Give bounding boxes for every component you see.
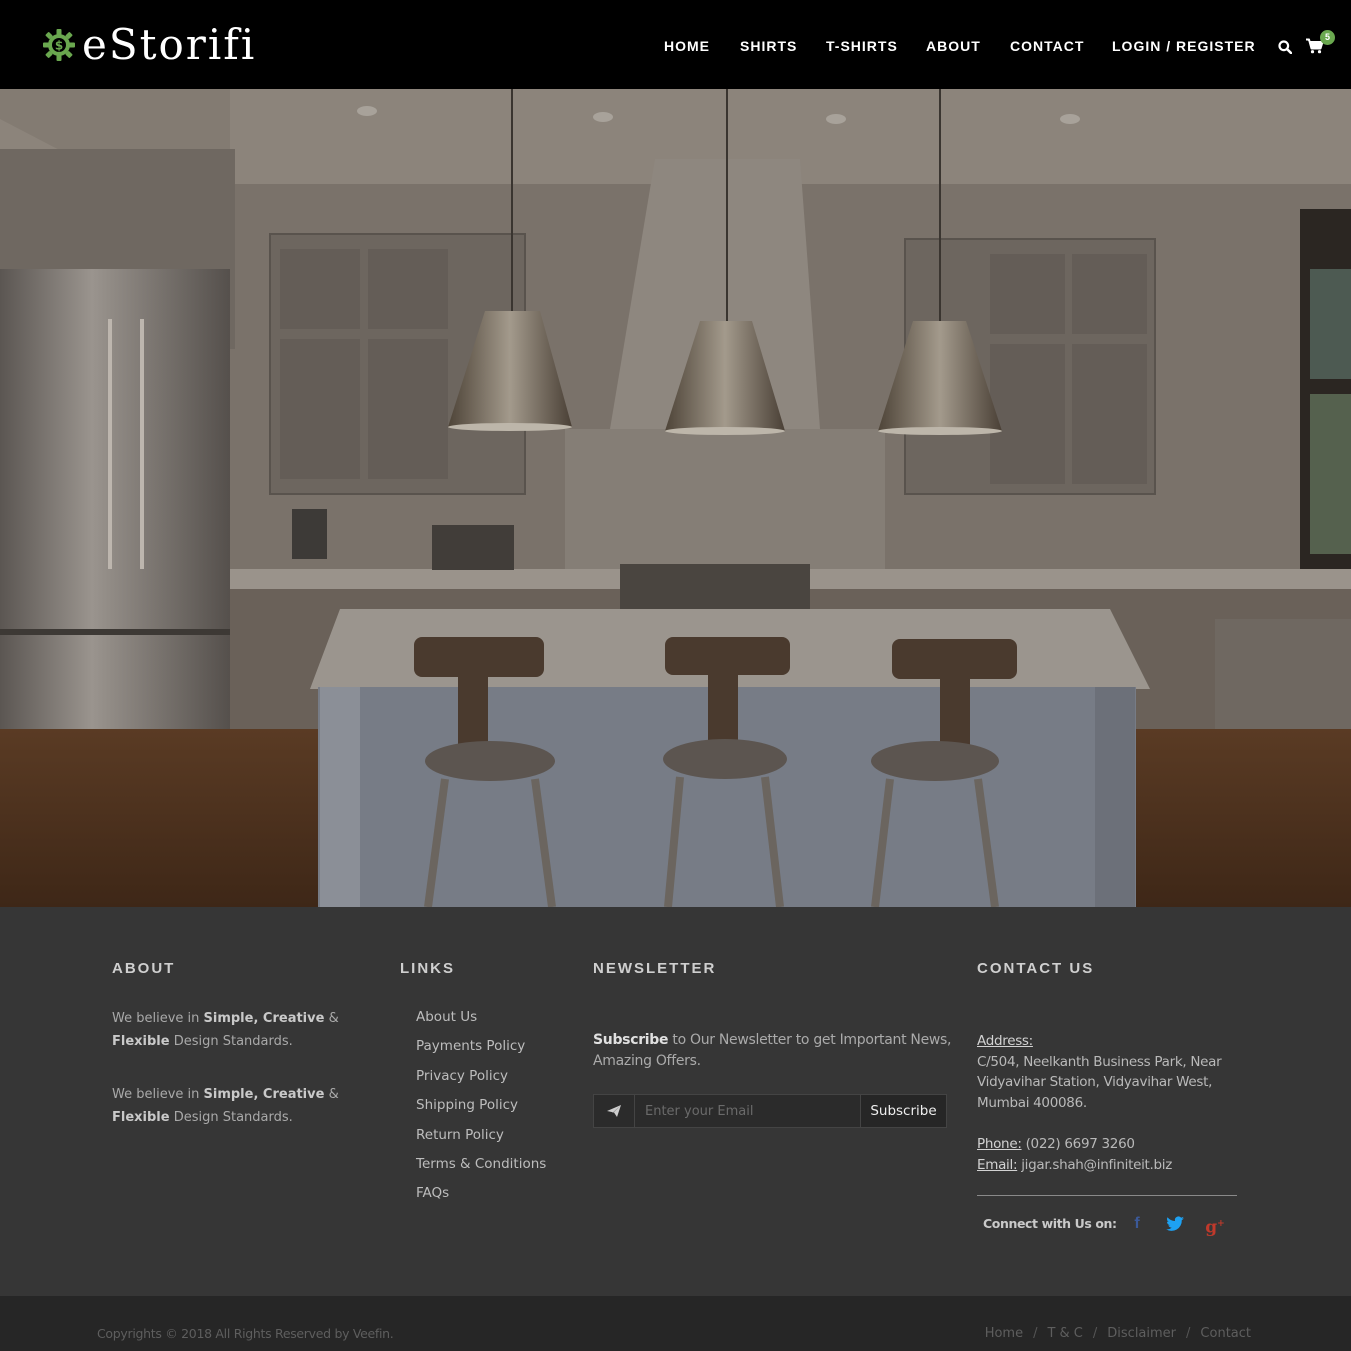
site-footer: ABOUT We believe in Simple, Creative & F… bbox=[0, 907, 1351, 1296]
phone-label: Phone: bbox=[977, 1136, 1022, 1152]
nav-shirts[interactable]: SHIRTS bbox=[740, 36, 797, 56]
google-plus-icon[interactable]: g+ bbox=[1204, 1213, 1226, 1238]
newsletter-email-input[interactable] bbox=[635, 1094, 861, 1128]
nav-login-register[interactable]: LOGIN / REGISTER bbox=[1112, 36, 1256, 56]
hero-kitchen-image bbox=[0, 89, 1351, 907]
newsletter-form: Subscribe bbox=[593, 1094, 947, 1128]
footer-link-faqs[interactable]: FAQs bbox=[416, 1183, 546, 1212]
logo-gear-icon: $ bbox=[42, 28, 76, 62]
svg-text:$: $ bbox=[55, 39, 63, 53]
footer-link-about-us[interactable]: About Us bbox=[416, 1007, 546, 1036]
bottom-link-contact[interactable]: Contact bbox=[1200, 1326, 1251, 1341]
email-label: Email: bbox=[977, 1156, 1018, 1173]
facebook-icon[interactable]: f bbox=[1126, 1213, 1148, 1235]
footer-link-privacy-policy[interactable]: Privacy Policy bbox=[416, 1066, 546, 1095]
footer-about-text-1: We believe in Simple, Creative & Flexibl… bbox=[112, 1011, 339, 1049]
nav-home[interactable]: HOME bbox=[664, 36, 710, 56]
newsletter-description: Subscribe to Our Newsletter to get Impor… bbox=[593, 1032, 952, 1069]
footer-links-list: About Us Payments Policy Privacy Policy Shi… bbox=[416, 1007, 546, 1213]
bottom-link-separator: / bbox=[1092, 1326, 1098, 1341]
footer-link-terms-conditions[interactable]: Terms & Conditions bbox=[416, 1154, 546, 1183]
nav-contact[interactable]: CONTACT bbox=[1010, 36, 1084, 56]
logo-text: eStorifi bbox=[82, 20, 257, 69]
bottom-link-separator: / bbox=[1033, 1326, 1038, 1341]
footer-about-text-2: We believe in Simple, Creative & Flexibl… bbox=[112, 1087, 339, 1125]
bottom-links: Home / T & C / Disclaimer / Contact bbox=[985, 1326, 1251, 1341]
address-text: C/504, Neelkanth Business Park, Near Vid… bbox=[977, 1053, 1222, 1111]
site-header: $ eStorifi HOME SHIRTS T-SHIRTS ABOUT CONTAC… bbox=[0, 0, 1351, 89]
nav-t-shirts[interactable]: T-SHIRTS bbox=[826, 36, 898, 56]
footer-about-title: ABOUT bbox=[112, 960, 176, 977]
contact-details: Address: C/504, Neelkanth Business Park,… bbox=[977, 1031, 1247, 1175]
bottom-link-separator: / bbox=[1186, 1326, 1191, 1341]
bottom-link-home[interactable]: Home bbox=[985, 1326, 1023, 1341]
footer-link-return-policy[interactable]: Return Policy bbox=[416, 1125, 546, 1154]
contact-divider bbox=[977, 1195, 1237, 1196]
search-icon[interactable] bbox=[1278, 40, 1293, 55]
twitter-icon[interactable] bbox=[1164, 1213, 1186, 1235]
address-label: Address: bbox=[977, 1033, 1033, 1049]
email-value[interactable]: jigar.shah@infiniteit.biz bbox=[1017, 1157, 1172, 1173]
footer-newsletter-title: NEWSLETTER bbox=[593, 960, 717, 977]
connect-label: Connect with Us on: bbox=[983, 1216, 1117, 1231]
footer-link-payments-policy[interactable]: Payments Policy bbox=[416, 1036, 546, 1065]
footer-contact-title: CONTACT US bbox=[977, 960, 1095, 977]
bottom-link-disclaimer[interactable]: Disclaimer bbox=[1107, 1326, 1176, 1341]
copyright-text: Copyrights © 2018 All Rights Reserved by… bbox=[97, 1326, 394, 1341]
cart-count-badge: 5 bbox=[1320, 30, 1335, 45]
bottom-link-t-c[interactable]: T & C bbox=[1047, 1326, 1082, 1341]
logo[interactable]: $ eStorifi bbox=[42, 22, 256, 68]
bottom-bar: Copyrights © 2018 All Rights Reserved by… bbox=[0, 1296, 1351, 1351]
nav-about[interactable]: ABOUT bbox=[926, 36, 981, 56]
footer-links-title: LINKS bbox=[400, 960, 455, 977]
paper-plane-icon bbox=[593, 1094, 635, 1128]
subscribe-button[interactable]: Subscribe bbox=[861, 1094, 947, 1128]
phone-value[interactable]: (022) 6697 3260 bbox=[1022, 1136, 1135, 1152]
footer-link-shipping-policy[interactable]: Shipping Policy bbox=[416, 1095, 546, 1124]
